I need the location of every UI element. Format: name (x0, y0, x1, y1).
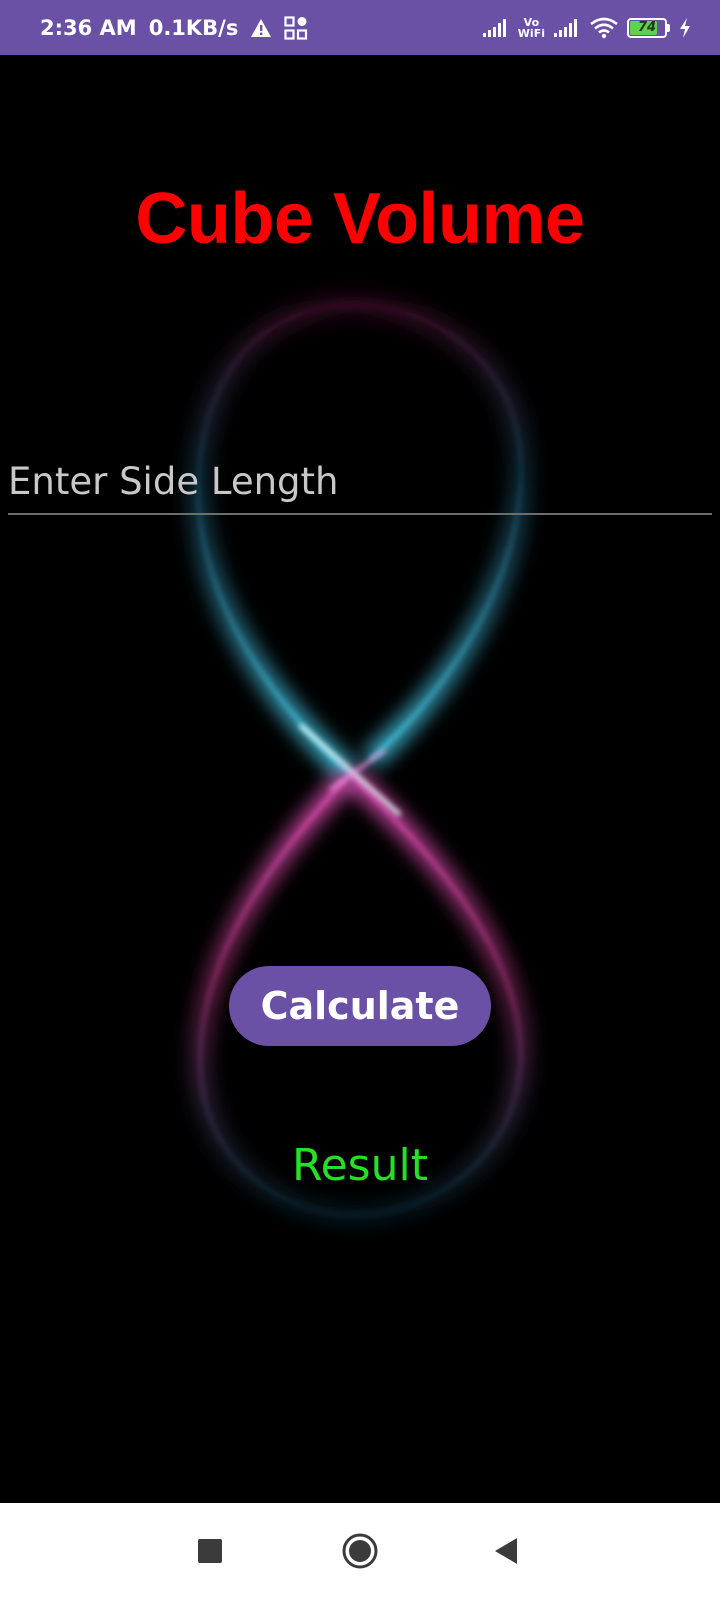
recents-button[interactable] (180, 1523, 240, 1583)
network-speed: 0.1KB/s (148, 15, 239, 40)
status-time: 2:36 AM (40, 15, 137, 40)
status-right: Vo WiFi 74 (482, 17, 692, 39)
app-screen: 2:36 AM 0.1KB/s Vo WiFi 74 Cube Volume E… (0, 0, 720, 1600)
status-left: 2:36 AM 0.1KB/s (40, 16, 308, 40)
signal-icon-2 (553, 18, 581, 38)
recents-icon (197, 1538, 223, 1569)
back-icon (493, 1537, 519, 1570)
battery-icon: 74 (627, 17, 670, 38)
result-text: Result (292, 1140, 428, 1191)
calculate-button[interactable]: Calculate (229, 966, 491, 1046)
battery-nub (667, 23, 670, 32)
side-length-input[interactable] (8, 455, 712, 515)
background-figure-eight (189, 295, 530, 1224)
home-button[interactable] (330, 1523, 390, 1583)
wifi-icon (589, 17, 619, 39)
status-bar: 2:36 AM 0.1KB/s Vo WiFi 74 (0, 0, 720, 55)
vowifi-bottom: WiFi (517, 26, 545, 40)
navigation-bar (0, 1503, 720, 1600)
battery-level: 74 (637, 20, 657, 35)
warning-icon (250, 18, 272, 38)
charging-icon (678, 17, 692, 39)
battery-body: 74 (627, 17, 667, 38)
vowifi-icon: Vo WiFi (518, 17, 545, 39)
apps-grid-icon (284, 15, 308, 40)
back-button[interactable] (476, 1523, 536, 1583)
home-icon (342, 1533, 378, 1574)
vowifi-top: Vo (523, 15, 540, 29)
signal-icon (482, 18, 510, 38)
page-title: Cube Volume (135, 179, 585, 259)
